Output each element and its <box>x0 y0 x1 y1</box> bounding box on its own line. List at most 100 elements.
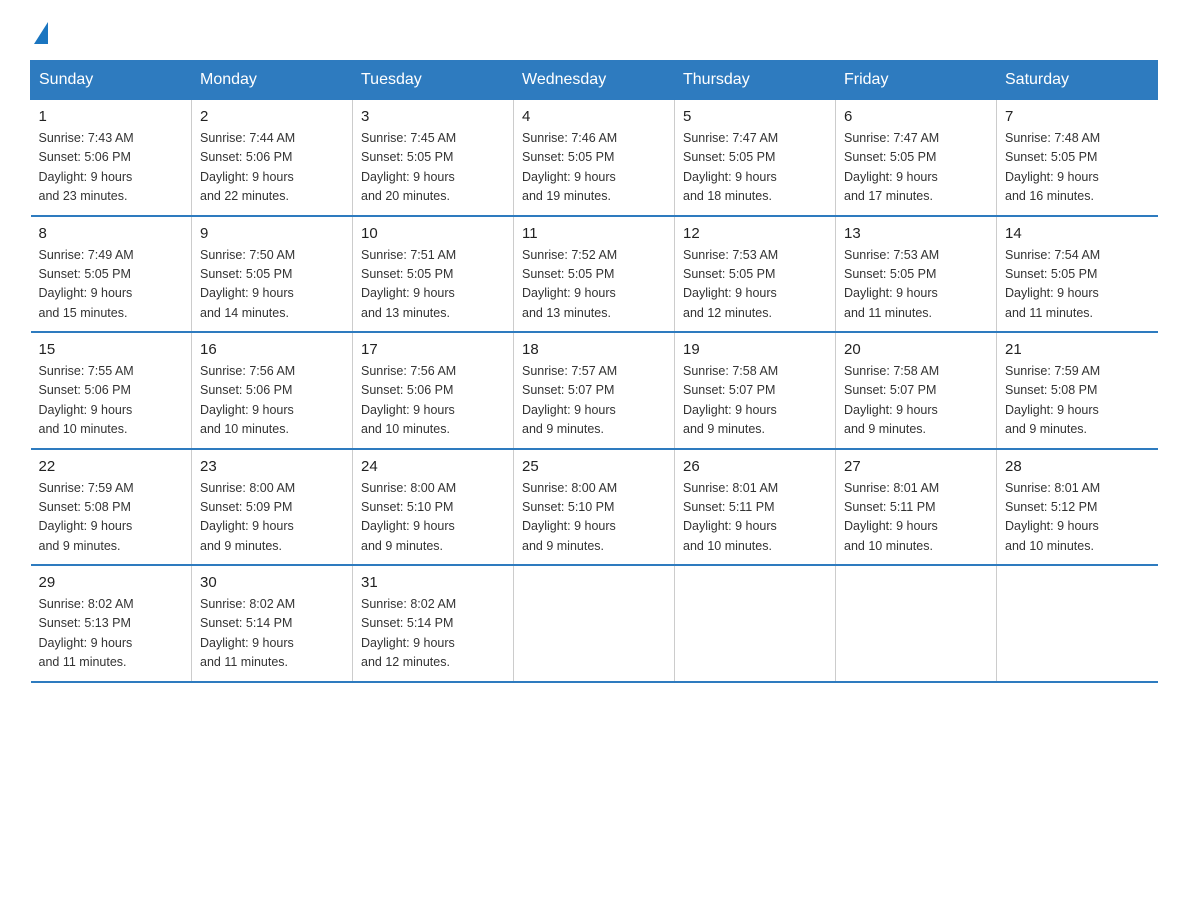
day-number: 5 <box>683 108 827 125</box>
day-info: Sunrise: 7:56 AMSunset: 5:06 PMDaylight:… <box>361 362 505 440</box>
day-info: Sunrise: 7:44 AMSunset: 5:06 PMDaylight:… <box>200 129 344 207</box>
day-info: Sunrise: 7:47 AMSunset: 5:05 PMDaylight:… <box>683 129 827 207</box>
day-info: Sunrise: 8:00 AMSunset: 5:10 PMDaylight:… <box>361 479 505 557</box>
calendar-cell: 20Sunrise: 7:58 AMSunset: 5:07 PMDayligh… <box>836 332 997 449</box>
day-info: Sunrise: 8:02 AMSunset: 5:14 PMDaylight:… <box>200 595 344 673</box>
calendar-cell: 30 Sunrise: 8:02 AMSunset: 5:14 PMDayligh… <box>192 565 353 682</box>
day-info: Sunrise: 7:50 AMSunset: 5:05 PMDaylight:… <box>200 246 344 324</box>
day-number: 30 <box>200 574 344 591</box>
day-number: 21 <box>1005 341 1150 358</box>
calendar-cell: 31 Sunrise: 8:02 AMSunset: 5:14 PMDayligh… <box>353 565 514 682</box>
day-info: Sunrise: 7:47 AMSunset: 5:05 PMDaylight:… <box>844 129 988 207</box>
day-number: 6 <box>844 108 988 125</box>
day-number: 11 <box>522 225 666 242</box>
calendar-cell: 9 Sunrise: 7:50 AMSunset: 5:05 PMDaylight… <box>192 216 353 333</box>
calendar-week-3: 15Sunrise: 7:55 AMSunset: 5:06 PMDayligh… <box>31 332 1158 449</box>
calendar-cell: 27Sunrise: 8:01 AMSunset: 5:11 PMDayligh… <box>836 449 997 566</box>
day-number: 27 <box>844 458 988 475</box>
day-info: Sunrise: 7:57 AMSunset: 5:07 PMDaylight:… <box>522 362 666 440</box>
calendar-cell: 2 Sunrise: 7:44 AMSunset: 5:06 PMDaylight… <box>192 100 353 216</box>
calendar-cell: 18 Sunrise: 7:57 AMSunset: 5:07 PMDayligh… <box>514 332 675 449</box>
calendar-cell: 13 Sunrise: 7:53 AMSunset: 5:05 PMDayligh… <box>836 216 997 333</box>
weekday-header-row: SundayMondayTuesdayWednesdayThursdayFrid… <box>31 61 1158 100</box>
day-number: 20 <box>844 341 988 358</box>
day-number: 2 <box>200 108 344 125</box>
calendar-cell: 26 Sunrise: 8:01 AMSunset: 5:11 PMDayligh… <box>675 449 836 566</box>
day-number: 14 <box>1005 225 1150 242</box>
day-number: 31 <box>361 574 505 591</box>
calendar-cell: 11 Sunrise: 7:52 AMSunset: 5:05 PMDayligh… <box>514 216 675 333</box>
calendar-cell <box>997 565 1158 682</box>
day-number: 9 <box>200 225 344 242</box>
logo <box>30 20 48 40</box>
day-info: Sunrise: 7:53 AMSunset: 5:05 PMDaylight:… <box>844 246 988 324</box>
day-info: Sunrise: 7:45 AMSunset: 5:05 PMDaylight:… <box>361 129 505 207</box>
day-number: 26 <box>683 458 827 475</box>
day-info: Sunrise: 7:46 AMSunset: 5:05 PMDaylight:… <box>522 129 666 207</box>
day-info: Sunrise: 8:01 AMSunset: 5:12 PMDaylight:… <box>1005 479 1150 557</box>
calendar-cell: 28 Sunrise: 8:01 AMSunset: 5:12 PMDayligh… <box>997 449 1158 566</box>
day-number: 3 <box>361 108 505 125</box>
calendar-cell: 14Sunrise: 7:54 AMSunset: 5:05 PMDayligh… <box>997 216 1158 333</box>
calendar-cell: 10 Sunrise: 7:51 AMSunset: 5:05 PMDayligh… <box>353 216 514 333</box>
calendar-cell: 1 Sunrise: 7:43 AMSunset: 5:06 PMDaylight… <box>31 100 192 216</box>
calendar-cell: 4Sunrise: 7:46 AMSunset: 5:05 PMDaylight… <box>514 100 675 216</box>
calendar-cell: 29 Sunrise: 8:02 AMSunset: 5:13 PMDayligh… <box>31 565 192 682</box>
weekday-header-friday: Friday <box>836 61 997 100</box>
day-number: 25 <box>522 458 666 475</box>
day-number: 22 <box>39 458 184 475</box>
weekday-header-sunday: Sunday <box>31 61 192 100</box>
day-info: Sunrise: 7:53 AMSunset: 5:05 PMDaylight:… <box>683 246 827 324</box>
calendar-cell <box>514 565 675 682</box>
day-info: Sunrise: 7:51 AMSunset: 5:05 PMDaylight:… <box>361 246 505 324</box>
calendar-cell: 16 Sunrise: 7:56 AMSunset: 5:06 PMDayligh… <box>192 332 353 449</box>
day-info: Sunrise: 7:58 AMSunset: 5:07 PMDaylight:… <box>683 362 827 440</box>
day-number: 28 <box>1005 458 1150 475</box>
day-number: 8 <box>39 225 184 242</box>
day-info: Sunrise: 8:02 AMSunset: 5:14 PMDaylight:… <box>361 595 505 673</box>
page-header <box>30 20 1158 40</box>
day-number: 18 <box>522 341 666 358</box>
day-info: Sunrise: 7:55 AMSunset: 5:06 PMDaylight:… <box>39 362 184 440</box>
day-number: 24 <box>361 458 505 475</box>
calendar-cell <box>675 565 836 682</box>
calendar-cell: 21Sunrise: 7:59 AMSunset: 5:08 PMDayligh… <box>997 332 1158 449</box>
day-number: 10 <box>361 225 505 242</box>
calendar-cell: 6 Sunrise: 7:47 AMSunset: 5:05 PMDaylight… <box>836 100 997 216</box>
day-info: Sunrise: 7:52 AMSunset: 5:05 PMDaylight:… <box>522 246 666 324</box>
calendar-week-5: 29 Sunrise: 8:02 AMSunset: 5:13 PMDayligh… <box>31 565 1158 682</box>
day-number: 16 <box>200 341 344 358</box>
calendar-cell: 17Sunrise: 7:56 AMSunset: 5:06 PMDayligh… <box>353 332 514 449</box>
day-number: 12 <box>683 225 827 242</box>
day-info: Sunrise: 8:02 AMSunset: 5:13 PMDaylight:… <box>39 595 184 673</box>
weekday-header-thursday: Thursday <box>675 61 836 100</box>
day-info: Sunrise: 8:01 AMSunset: 5:11 PMDaylight:… <box>683 479 827 557</box>
day-number: 13 <box>844 225 988 242</box>
calendar-cell: 25 Sunrise: 8:00 AMSunset: 5:10 PMDayligh… <box>514 449 675 566</box>
day-info: Sunrise: 7:56 AMSunset: 5:06 PMDaylight:… <box>200 362 344 440</box>
calendar-cell: 7Sunrise: 7:48 AMSunset: 5:05 PMDaylight… <box>997 100 1158 216</box>
calendar-table: SundayMondayTuesdayWednesdayThursdayFrid… <box>30 60 1158 683</box>
day-info: Sunrise: 7:49 AMSunset: 5:05 PMDaylight:… <box>39 246 184 324</box>
weekday-header-saturday: Saturday <box>997 61 1158 100</box>
weekday-header-wednesday: Wednesday <box>514 61 675 100</box>
calendar-cell: 24 Sunrise: 8:00 AMSunset: 5:10 PMDayligh… <box>353 449 514 566</box>
day-info: Sunrise: 7:43 AMSunset: 5:06 PMDaylight:… <box>39 129 184 207</box>
calendar-cell: 5 Sunrise: 7:47 AMSunset: 5:05 PMDaylight… <box>675 100 836 216</box>
logo-triangle-icon <box>34 22 48 44</box>
day-number: 1 <box>39 108 184 125</box>
weekday-header-tuesday: Tuesday <box>353 61 514 100</box>
calendar-cell: 15Sunrise: 7:55 AMSunset: 5:06 PMDayligh… <box>31 332 192 449</box>
calendar-cell: 3 Sunrise: 7:45 AMSunset: 5:05 PMDaylight… <box>353 100 514 216</box>
calendar-cell: 12 Sunrise: 7:53 AMSunset: 5:05 PMDayligh… <box>675 216 836 333</box>
day-number: 23 <box>200 458 344 475</box>
day-info: Sunrise: 8:00 AMSunset: 5:10 PMDaylight:… <box>522 479 666 557</box>
calendar-cell: 8 Sunrise: 7:49 AMSunset: 5:05 PMDaylight… <box>31 216 192 333</box>
calendar-week-2: 8 Sunrise: 7:49 AMSunset: 5:05 PMDaylight… <box>31 216 1158 333</box>
day-number: 7 <box>1005 108 1150 125</box>
day-info: Sunrise: 7:59 AMSunset: 5:08 PMDaylight:… <box>39 479 184 557</box>
day-info: Sunrise: 8:00 AMSunset: 5:09 PMDaylight:… <box>200 479 344 557</box>
calendar-cell <box>836 565 997 682</box>
calendar-week-4: 22 Sunrise: 7:59 AMSunset: 5:08 PMDayligh… <box>31 449 1158 566</box>
day-number: 29 <box>39 574 184 591</box>
